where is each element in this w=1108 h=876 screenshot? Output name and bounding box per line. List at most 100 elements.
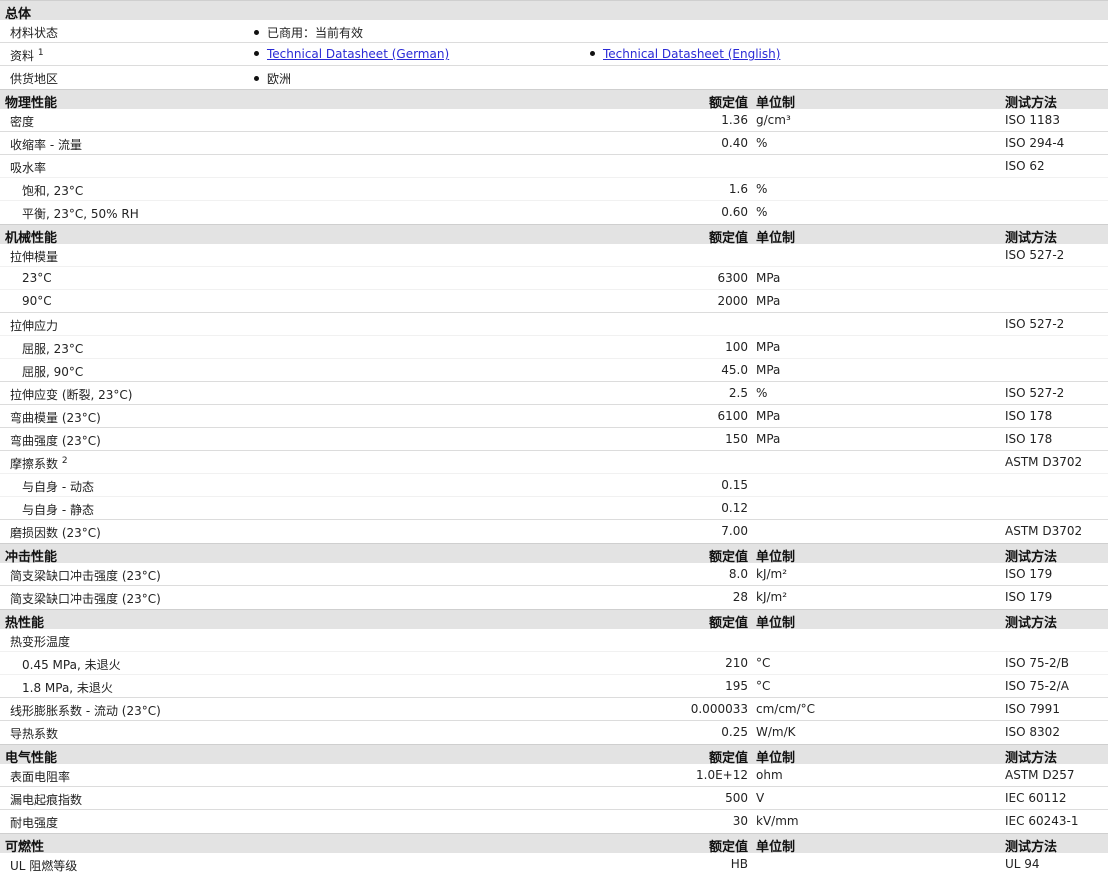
test-method: ISO 527-2: [1005, 317, 1065, 331]
test-method: ISO 179: [1005, 590, 1053, 604]
property-label: 拉伸模量: [10, 250, 59, 264]
section-header: 电气性能 额定值 单位制 测试方法: [0, 744, 1108, 766]
property-row: 屈服, 23°C 100 MPa: [0, 336, 1108, 359]
property-value: 0.000033: [690, 702, 748, 716]
property-value: 0.40: [721, 136, 748, 150]
property-row: 弯曲模量 (23°C) 6100 MPa ISO 178: [0, 405, 1108, 428]
property-row: 23°C 6300 MPa: [0, 267, 1108, 290]
property-unit: W/m/K: [756, 725, 796, 739]
property-row: 拉伸模量 ISO 527-2: [0, 244, 1108, 267]
property-value: 28: [732, 590, 748, 604]
property-row: 饱和, 23°C 1.6%: [0, 178, 1108, 201]
section-header: 可燃性 额定值 单位制 测试方法: [0, 833, 1108, 855]
property-label: 屈服, 90°C: [22, 365, 84, 379]
section-header-general: 总体: [0, 0, 1108, 22]
property-label: UL 阻燃等级: [10, 859, 78, 873]
property-label: 摩擦系数 2: [10, 456, 68, 471]
property-label: 0.45 MPa, 未退火: [22, 658, 121, 672]
property-value: 2.5: [728, 386, 748, 400]
property-row: 与自身 - 动态 0.15: [0, 474, 1108, 497]
property-unit: V: [756, 791, 765, 805]
datasheet-english-link[interactable]: Technical Datasheet (English): [603, 47, 780, 61]
property-label: 表面电阻率: [10, 770, 71, 784]
property-label: 弯曲强度 (23°C): [10, 434, 101, 448]
status-value: 已商用：当前有效: [254, 24, 363, 41]
property-value: 1.6: [728, 182, 748, 196]
footnote-marker: 2: [61, 456, 68, 466]
property-label: 拉伸应变 (断裂, 23°C): [10, 388, 133, 402]
property-row: 与自身 - 静态 0.12: [0, 497, 1108, 520]
bullet-icon: [254, 51, 259, 56]
bullet-icon: [254, 30, 259, 35]
property-row: 线形膨胀系数 - 流动 (23°C) 0.000033 cm/cm/°C ISO 79…: [0, 698, 1108, 721]
row-label: 材料状态: [10, 26, 59, 40]
property-row: 磨损因数 (23°C) 7.00 ASTM D3702: [0, 520, 1108, 543]
property-label: 平衡, 23°C, 50% RH: [22, 207, 139, 221]
property-label: 密度: [10, 115, 35, 129]
availability-value: 欧洲: [254, 70, 291, 87]
test-method: ASTM D3702: [1005, 524, 1083, 538]
property-row: 屈服, 90°C 45.0 MPa: [0, 359, 1108, 382]
datasheet-english-item: Technical Datasheet (English): [590, 47, 780, 61]
property-value: HB: [730, 857, 748, 871]
property-label: 简支梁缺口冲击强度 (23°C): [10, 592, 161, 606]
test-method: ISO 75-2/B: [1005, 656, 1069, 670]
property-unit: %: [756, 136, 768, 150]
section-header: 冲击性能 额定值 单位制 测试方法: [0, 543, 1108, 565]
property-label: 23°C: [22, 271, 52, 285]
test-method: ISO 179: [1005, 567, 1053, 581]
property-row: 简支梁缺口冲击强度 (23°C) 8.0 kJ/m² ISO 179: [0, 563, 1108, 586]
property-label: 热变形温度: [10, 635, 71, 649]
datasheet-german-link[interactable]: Technical Datasheet (German): [267, 47, 449, 61]
property-label: 吸水率: [10, 161, 47, 175]
property-row: 1.8 MPa, 未退火 195 °C ISO 75-2/A: [0, 675, 1108, 698]
property-unit: MPa: [756, 363, 781, 377]
property-unit: cm/cm/°C: [756, 702, 816, 716]
property-row: 密度 1.36 g/cm³ ISO 1183: [0, 109, 1108, 132]
property-unit: °C: [756, 679, 771, 693]
general-row-status: 材料状态 已商用：当前有效: [0, 20, 1108, 43]
test-method: ISO 527-2: [1005, 248, 1065, 262]
test-method: IEC 60112: [1005, 791, 1067, 805]
test-method: ISO 294-4: [1005, 136, 1065, 150]
property-unit: °C: [756, 656, 771, 670]
property-value: 0.60: [721, 205, 748, 219]
general-row-availability: 供货地区 欧洲: [0, 66, 1108, 89]
property-label: 漏电起痕指数: [10, 793, 83, 807]
property-unit: %: [756, 182, 768, 196]
property-row: 收缩率 - 流量 0.40% ISO 294-4: [0, 132, 1108, 155]
property-value: 0.25: [721, 725, 748, 739]
property-value: 150: [725, 432, 748, 446]
property-unit: %: [756, 386, 768, 400]
test-method: ASTM D3702: [1005, 455, 1083, 469]
test-method: ISO 75-2/A: [1005, 679, 1069, 693]
bullet-icon: [590, 51, 595, 56]
test-method: IEC 60243-1: [1005, 814, 1079, 828]
property-value: 0.12: [721, 501, 748, 515]
property-row: 平衡, 23°C, 50% RH 0.60%: [0, 201, 1108, 224]
property-unit: MPa: [756, 271, 781, 285]
property-unit: kJ/m²: [756, 590, 788, 604]
property-value: 2000: [717, 294, 748, 308]
property-unit: kV/mm: [756, 814, 799, 828]
property-unit: MPa: [756, 294, 781, 308]
bullet-icon: [254, 76, 259, 81]
property-row: 热变形温度: [0, 629, 1108, 652]
test-method: ISO 178: [1005, 409, 1053, 423]
property-row: 吸水率 ISO 62: [0, 155, 1108, 178]
footnote-marker: 1: [37, 48, 44, 58]
property-row: 弯曲强度 (23°C) 150 MPa ISO 178: [0, 428, 1108, 451]
property-row: 摩擦系数 2 ASTM D3702: [0, 451, 1108, 474]
property-label: 饱和, 23°C: [22, 184, 84, 198]
property-value: 210: [725, 656, 748, 670]
datasheet: 总体 材料状态 已商用：当前有效 资料 1 Technical Datashee…: [0, 0, 1108, 876]
property-row: 90°C 2000 MPa: [0, 290, 1108, 313]
property-row: 0.45 MPa, 未退火 210 °C ISO 75-2/B: [0, 652, 1108, 675]
property-label: 收缩率 - 流量: [10, 138, 82, 152]
property-label: 耐电强度: [10, 816, 59, 830]
section-header: 机械性能 额定值 单位制 测试方法: [0, 224, 1108, 246]
test-method: UL 94: [1005, 857, 1040, 871]
row-label: 资料 1: [10, 48, 44, 63]
property-row: 表面电阻率 1.0E+12 ohm ASTM D257: [0, 764, 1108, 787]
test-method: ISO 527-2: [1005, 386, 1065, 400]
